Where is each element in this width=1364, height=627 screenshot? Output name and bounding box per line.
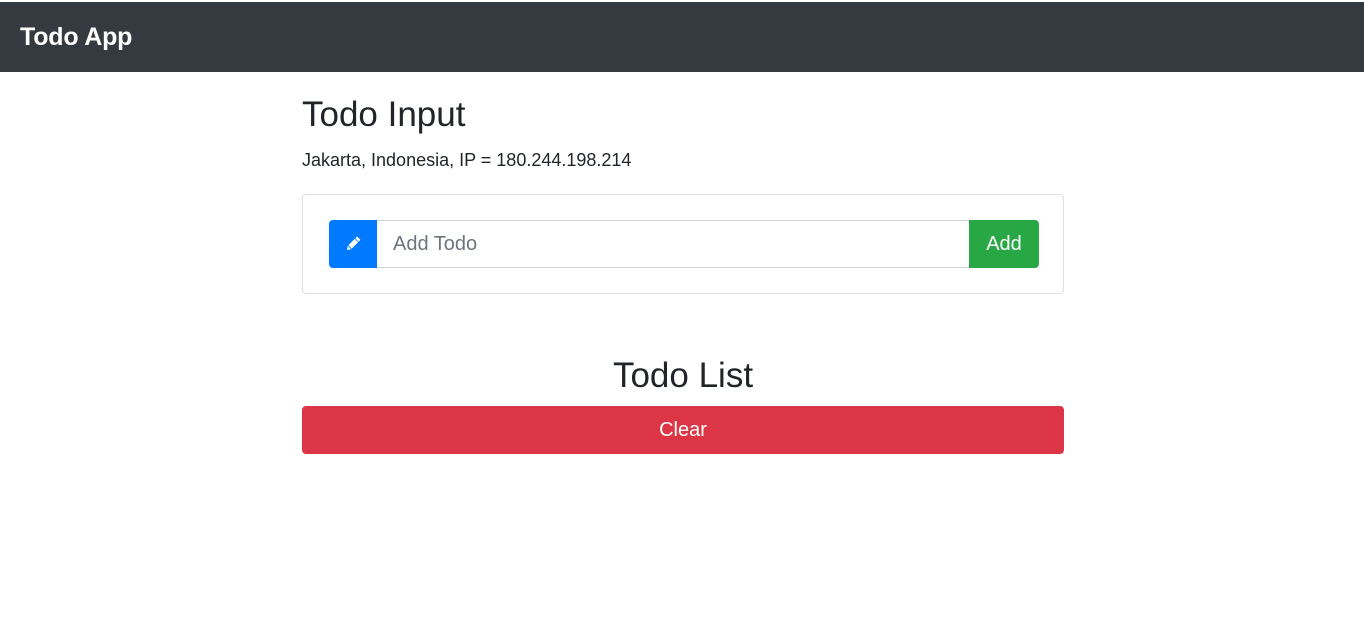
add-todo-input[interactable] (377, 220, 969, 268)
add-button[interactable]: Add (969, 220, 1039, 268)
todo-list-title: Todo List (612, 356, 754, 395)
todo-input-title: Todo Input (302, 95, 466, 134)
app-brand[interactable]: Todo App (20, 23, 132, 52)
navbar: Todo App (0, 2, 1364, 72)
pencil-icon (329, 220, 377, 268)
location-text: Jakarta, Indonesia, IP = 180.244.198.214 (302, 150, 632, 170)
todo-input-card: Add (302, 194, 1064, 294)
clear-button[interactable]: Clear (302, 406, 1064, 454)
todo-input-group: Add (329, 220, 1039, 268)
